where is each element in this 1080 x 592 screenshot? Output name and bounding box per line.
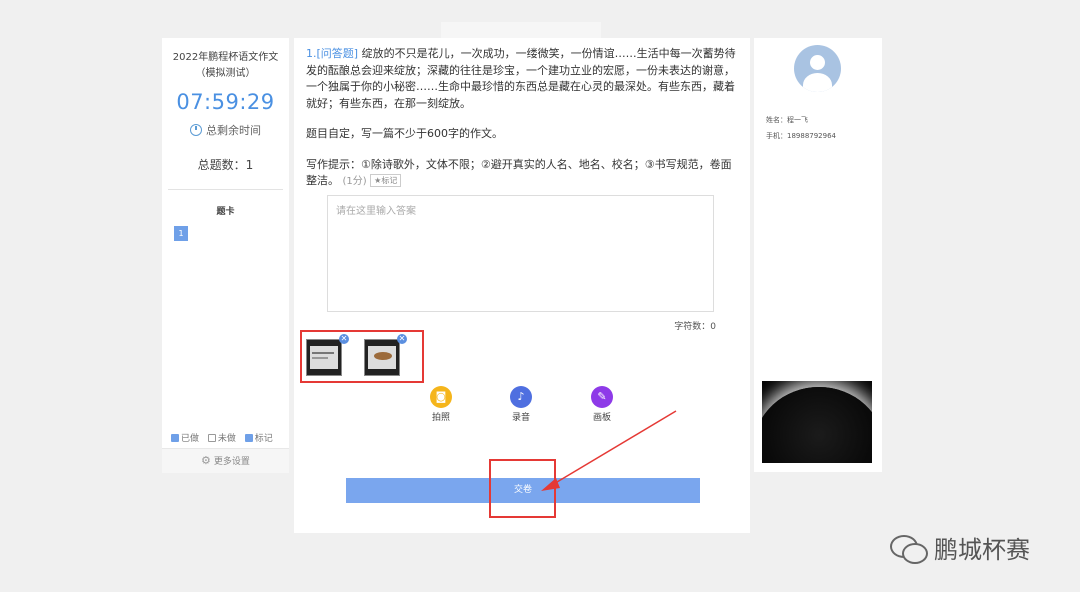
- annotation-arrow: [541, 410, 677, 491]
- watermark: 鹏城杯赛: [890, 530, 1030, 565]
- wechat-icon: [890, 535, 928, 564]
- watermark-text: 鹏城杯赛: [934, 536, 1030, 564]
